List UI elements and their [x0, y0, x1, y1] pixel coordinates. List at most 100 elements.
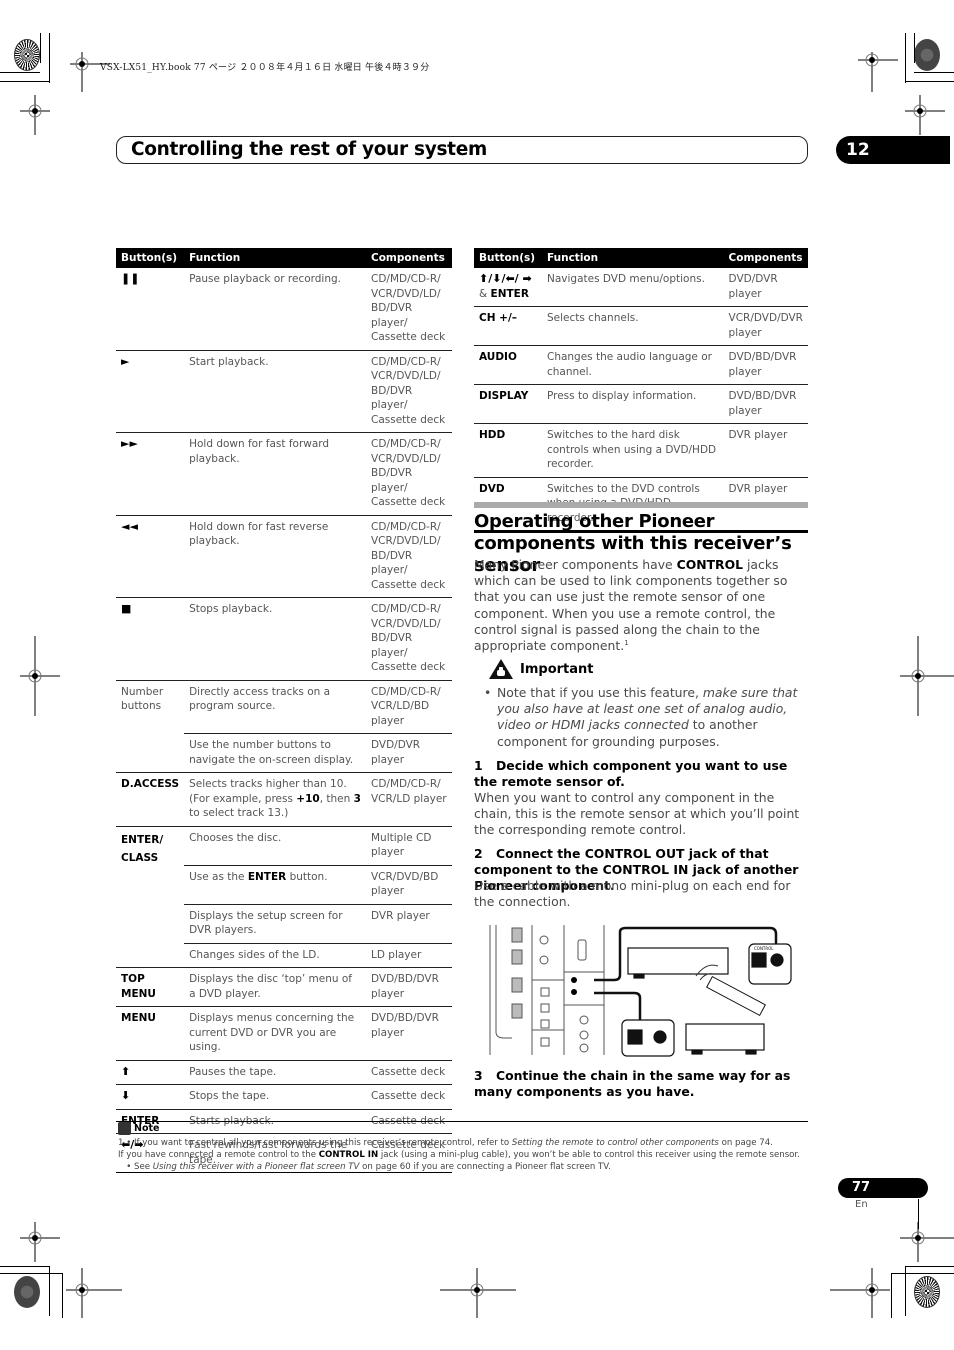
table-row: TOP MENU Displays the disc ‘top’ menu of…	[116, 967, 452, 1007]
function-cell: Press to display information.	[541, 384, 724, 424]
button-cell: D.ACCESS	[116, 772, 185, 827]
crop-mark	[891, 1273, 954, 1274]
table-row: D.ACCESS Selects tracks higher than 10. …	[116, 772, 452, 827]
crop-mark	[0, 1273, 62, 1274]
step-2-body: Use a cable with a mono mini-plug on eac…	[474, 878, 791, 910]
table-row: MENU Displays menus concerning the curre…	[116, 1006, 452, 1061]
crop-mark	[49, 33, 50, 83]
components-cell: DVD/DVR player	[366, 733, 452, 773]
table-row: Number buttons Directly access tracks on…	[116, 680, 452, 773]
stop-icon: ■	[116, 597, 185, 681]
crop-mark	[0, 1266, 49, 1267]
table-row: ■ Stops playback. CD/MD/CD-R/ VCR/DVD/LD…	[116, 597, 452, 681]
printer-target-mark	[914, 39, 940, 71]
function-cell: Displays the setup screen for DVR player…	[184, 904, 366, 944]
function-cell: Pause playback or recording.	[184, 268, 366, 351]
crop-mark	[914, 72, 954, 73]
table-row: HDD Switches to the hard disk controls w…	[474, 423, 808, 478]
components-cell: Cassette deck	[366, 1084, 452, 1110]
function-cell: Displays the disc ‘top’ menu of a DVD pl…	[184, 967, 366, 1007]
table-header-row: Button(s) Function Components	[116, 248, 452, 268]
warning-hand-icon	[489, 659, 513, 679]
function-cell: Selects channels.	[541, 306, 724, 346]
button-cell: AUDIO	[474, 345, 542, 385]
components-cell: CD/MD/CD-R/ VCR/DVD/LD/ BD/DVR player/ C…	[366, 597, 452, 681]
column-header: Components	[723, 248, 808, 268]
printer-target-mark	[914, 1276, 940, 1308]
function-cell: Use as the ENTER button.	[184, 865, 366, 905]
note-line: • See Using this receiver with a Pioneer…	[118, 1162, 611, 1172]
components-cell: VCR/DVD/BD player	[366, 865, 452, 905]
table-row: CH +/– Selects channels. VCR/DVD/DVR pla…	[474, 306, 808, 346]
registration-mark	[858, 52, 898, 92]
note-line: 1 • If you want to control all your comp…	[118, 1138, 773, 1148]
function-cell: Use the number buttons to navigate the o…	[184, 733, 366, 773]
column-header: Function	[541, 248, 724, 268]
table-row: ⬆/⬇/⬅/ ➡ & ENTER Navigates DVD menu/opti…	[474, 268, 808, 307]
components-cell: CD/MD/CD-R/ VCR/DVD/LD/ BD/DVR player/ C…	[366, 515, 452, 598]
components-cell: DVD/BD/DVR player	[366, 967, 452, 1007]
note-divider	[116, 1121, 808, 1122]
components-cell: Cassette deck	[366, 1060, 452, 1085]
step-1-body: When you want to control any component i…	[474, 790, 800, 838]
function-cell: Hold down for fast forward playback.	[184, 432, 366, 516]
registration-mark	[20, 636, 60, 716]
section-divider	[474, 502, 808, 508]
table-row: AUDIO Changes the audio language or chan…	[474, 345, 808, 385]
table-row: ⬆ Pauses the tape. Cassette deck	[116, 1060, 452, 1085]
crop-mark	[891, 1273, 892, 1318]
control-label: CONTROL	[754, 946, 774, 951]
table-row: ◄◄ Hold down for fast reverse playback. …	[116, 515, 452, 598]
footnote-ref[interactable]: 1	[624, 639, 628, 647]
table-row: DISPLAY Press to display information. DV…	[474, 384, 808, 424]
components-cell: LD player	[366, 943, 452, 968]
registration-mark	[20, 95, 50, 135]
crop-mark	[0, 72, 40, 73]
crop-mark	[62, 1273, 63, 1318]
note-line: If you have connected a remote control t…	[118, 1150, 800, 1160]
print-file-info: VSX-LX51_HY.book 77 ページ ２００８年４月１６日 水曜日 午…	[100, 63, 430, 73]
column-header: Button(s)	[474, 248, 542, 268]
button-cell: TOP MENU	[116, 967, 185, 1007]
table-row: ► Start playback. CD/MD/CD-R/ VCR/DVD/LD…	[116, 350, 452, 433]
registration-mark	[830, 1268, 890, 1318]
crop-mark	[40, 33, 41, 63]
remote-buttons-table-right: Button(s) Function Components ⬆/⬇/⬅/ ➡ &…	[474, 248, 808, 533]
registration-mark	[905, 95, 945, 135]
components-cell: CD/MD/CD-R/ VCR/DVD/LD/ BD/DVR player/ C…	[366, 268, 452, 351]
function-cell: Hold down for fast reverse playback.	[184, 515, 366, 598]
components-cell: CD/MD/CD-R/ VCR/DVD/LD/ BD/DVR player/ C…	[366, 350, 452, 433]
table-row: ⬇ Stops the tape. Cassette deck	[116, 1084, 452, 1110]
play-icon: ►	[116, 350, 185, 433]
crop-mark	[914, 33, 915, 63]
step-1-heading: 1 Decide which component you want to use …	[474, 758, 788, 789]
fast-forward-icon: ►►	[116, 432, 185, 516]
table-header-row: Button(s) Function Components	[474, 248, 808, 268]
function-cell: Changes sides of the LD.	[184, 943, 366, 968]
button-cell: ⬆/⬇/⬅/ ➡ & ENTER	[474, 268, 542, 307]
components-cell: CD/MD/CD-R/ VCR/LD player	[366, 772, 452, 827]
registration-mark	[66, 1268, 122, 1318]
printer-target-mark	[14, 39, 40, 71]
note-label: Note	[134, 1123, 160, 1134]
arrow-keys-icon: ⬆/⬇/⬅/ ➡	[479, 272, 532, 285]
column-header: Components	[366, 248, 452, 268]
crop-mark	[905, 33, 906, 83]
table-row: ►► Hold down for fast forward playback. …	[116, 432, 452, 516]
button-cell: CH +/–	[474, 306, 542, 346]
registration-mark	[20, 1222, 60, 1262]
receiver-rear-panel	[489, 925, 605, 1055]
control-connection-diagram: CONTROL	[489, 925, 792, 1057]
function-cell: Changes the audio language or channel.	[541, 345, 724, 385]
function-cell: Start playback.	[184, 350, 366, 433]
registration-mark	[900, 1222, 954, 1262]
chapter-title: Controlling the rest of your system	[131, 139, 487, 160]
function-cell: Chooses the disc.	[184, 826, 366, 866]
step-3-heading: 3 Continue the chain in the same way for …	[474, 1068, 791, 1099]
table-row: ❚❚ Pause playback or recording. CD/MD/CD…	[116, 268, 452, 351]
page-language: En	[855, 1199, 868, 1210]
function-cell: Stops the tape.	[184, 1084, 366, 1110]
registration-mark	[900, 636, 954, 716]
registration-mark	[440, 1268, 516, 1318]
components-cell: DVD/DVR player	[723, 268, 808, 307]
